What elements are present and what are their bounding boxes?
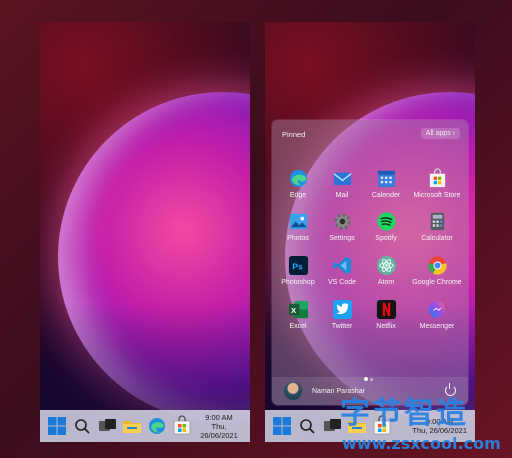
watermark-url: www.zsxcool.com <box>342 434 501 453</box>
pinned-app-twitter[interactable]: Twitter <box>318 299 366 330</box>
spotify-icon <box>376 211 397 232</box>
photos-icon <box>288 211 309 232</box>
pinned-app-messenger[interactable]: Messenger <box>408 299 466 330</box>
pinned-app-atom[interactable]: Atom <box>362 255 410 286</box>
pinned-app-spotify[interactable]: Spotify <box>362 211 410 242</box>
edge-icon <box>288 168 309 189</box>
settings-icon <box>332 211 353 232</box>
app-label: VS Code <box>327 279 357 286</box>
svg-text:Ps: Ps <box>292 261 303 271</box>
pinned-app-mail[interactable]: Mail <box>318 168 366 199</box>
pinned-app-vscode[interactable]: VS Code <box>318 255 366 286</box>
app-label: Google Chrome <box>412 279 462 286</box>
microsoft-store-icon <box>427 168 448 189</box>
mail-icon <box>332 168 353 189</box>
app-label: Twitter <box>331 323 353 330</box>
app-label: Spotify <box>375 235 397 242</box>
photoshop-icon: Ps <box>288 255 309 276</box>
taskbar: 9:00 AM Thu, 26/06/2021 <box>40 410 250 442</box>
app-label: Photoshop <box>281 279 315 286</box>
atom-icon <box>376 255 397 276</box>
right-screen: Pinned All apps › Edge Mail Calender Mic… <box>265 22 475 442</box>
netflix-icon <box>376 299 397 320</box>
calendar-icon <box>376 168 397 189</box>
pinned-app-calculator[interactable]: Calculator <box>408 211 466 242</box>
pinned-app-excel[interactable]: X Excel <box>274 299 322 330</box>
app-label: Photos <box>287 235 309 242</box>
pinned-app-calendar[interactable]: Calender <box>362 168 410 199</box>
avatar[interactable] <box>284 382 302 400</box>
app-label: Edge <box>289 192 307 199</box>
svg-text:X: X <box>291 306 297 315</box>
pinned-app-photoshop[interactable]: Ps Photoshop <box>274 255 322 286</box>
all-apps-button[interactable]: All apps › <box>420 128 460 139</box>
system-clock[interactable]: 9:00 AM Thu, 26/06/2021 <box>196 413 242 440</box>
chevron-right-icon: › <box>452 130 455 137</box>
app-label: Netflix <box>376 323 396 330</box>
file-explorer-icon[interactable] <box>121 415 143 437</box>
search-icon[interactable] <box>71 415 93 437</box>
all-apps-label: All apps <box>425 130 451 137</box>
app-label: Calculator <box>421 235 453 242</box>
pinned-heading: Pinned <box>282 130 306 139</box>
app-label: Excel <box>289 323 307 330</box>
pinned-app-netflix[interactable]: Netflix <box>362 299 410 330</box>
chrome-icon <box>427 255 448 276</box>
vscode-icon <box>332 255 353 276</box>
app-label: Mail <box>335 192 349 199</box>
pinned-app-google-chrome[interactable]: Google Chrome <box>408 255 466 286</box>
task-view-icon[interactable] <box>96 415 118 437</box>
clock-time: 9:00 AM <box>205 412 233 422</box>
app-label: Settings <box>329 235 355 242</box>
app-label: Microsoft Store <box>413 192 461 199</box>
edge-icon[interactable] <box>146 415 168 437</box>
search-icon[interactable] <box>296 415 318 437</box>
app-label: Atom <box>377 279 395 286</box>
clock-date: Thu, 26/06/2021 <box>200 421 238 440</box>
app-label: Messenger <box>419 323 455 330</box>
windows-start-icon[interactable] <box>46 415 68 437</box>
app-label: Calender <box>371 192 401 199</box>
twitter-icon <box>332 299 353 320</box>
microsoft-store-icon[interactable] <box>171 415 193 437</box>
excel-icon: X <box>288 299 309 320</box>
messenger-icon <box>427 299 448 320</box>
pinned-app-photos[interactable]: Photos <box>274 211 322 242</box>
start-menu-header: Pinned All apps › <box>282 128 460 142</box>
windows-start-icon[interactable] <box>271 415 293 437</box>
watermark-logo-text: 字节智造 <box>340 396 468 431</box>
start-menu: Pinned All apps › Edge Mail Calender Mic… <box>272 120 468 405</box>
pinned-app-edge[interactable]: Edge <box>274 168 322 199</box>
pinned-app-microsoft-store[interactable]: Microsoft Store <box>408 168 466 199</box>
calculator-icon <box>427 211 448 232</box>
left-screen: 9:00 AM Thu, 26/06/2021 <box>40 22 250 442</box>
pinned-app-settings[interactable]: Settings <box>318 211 366 242</box>
